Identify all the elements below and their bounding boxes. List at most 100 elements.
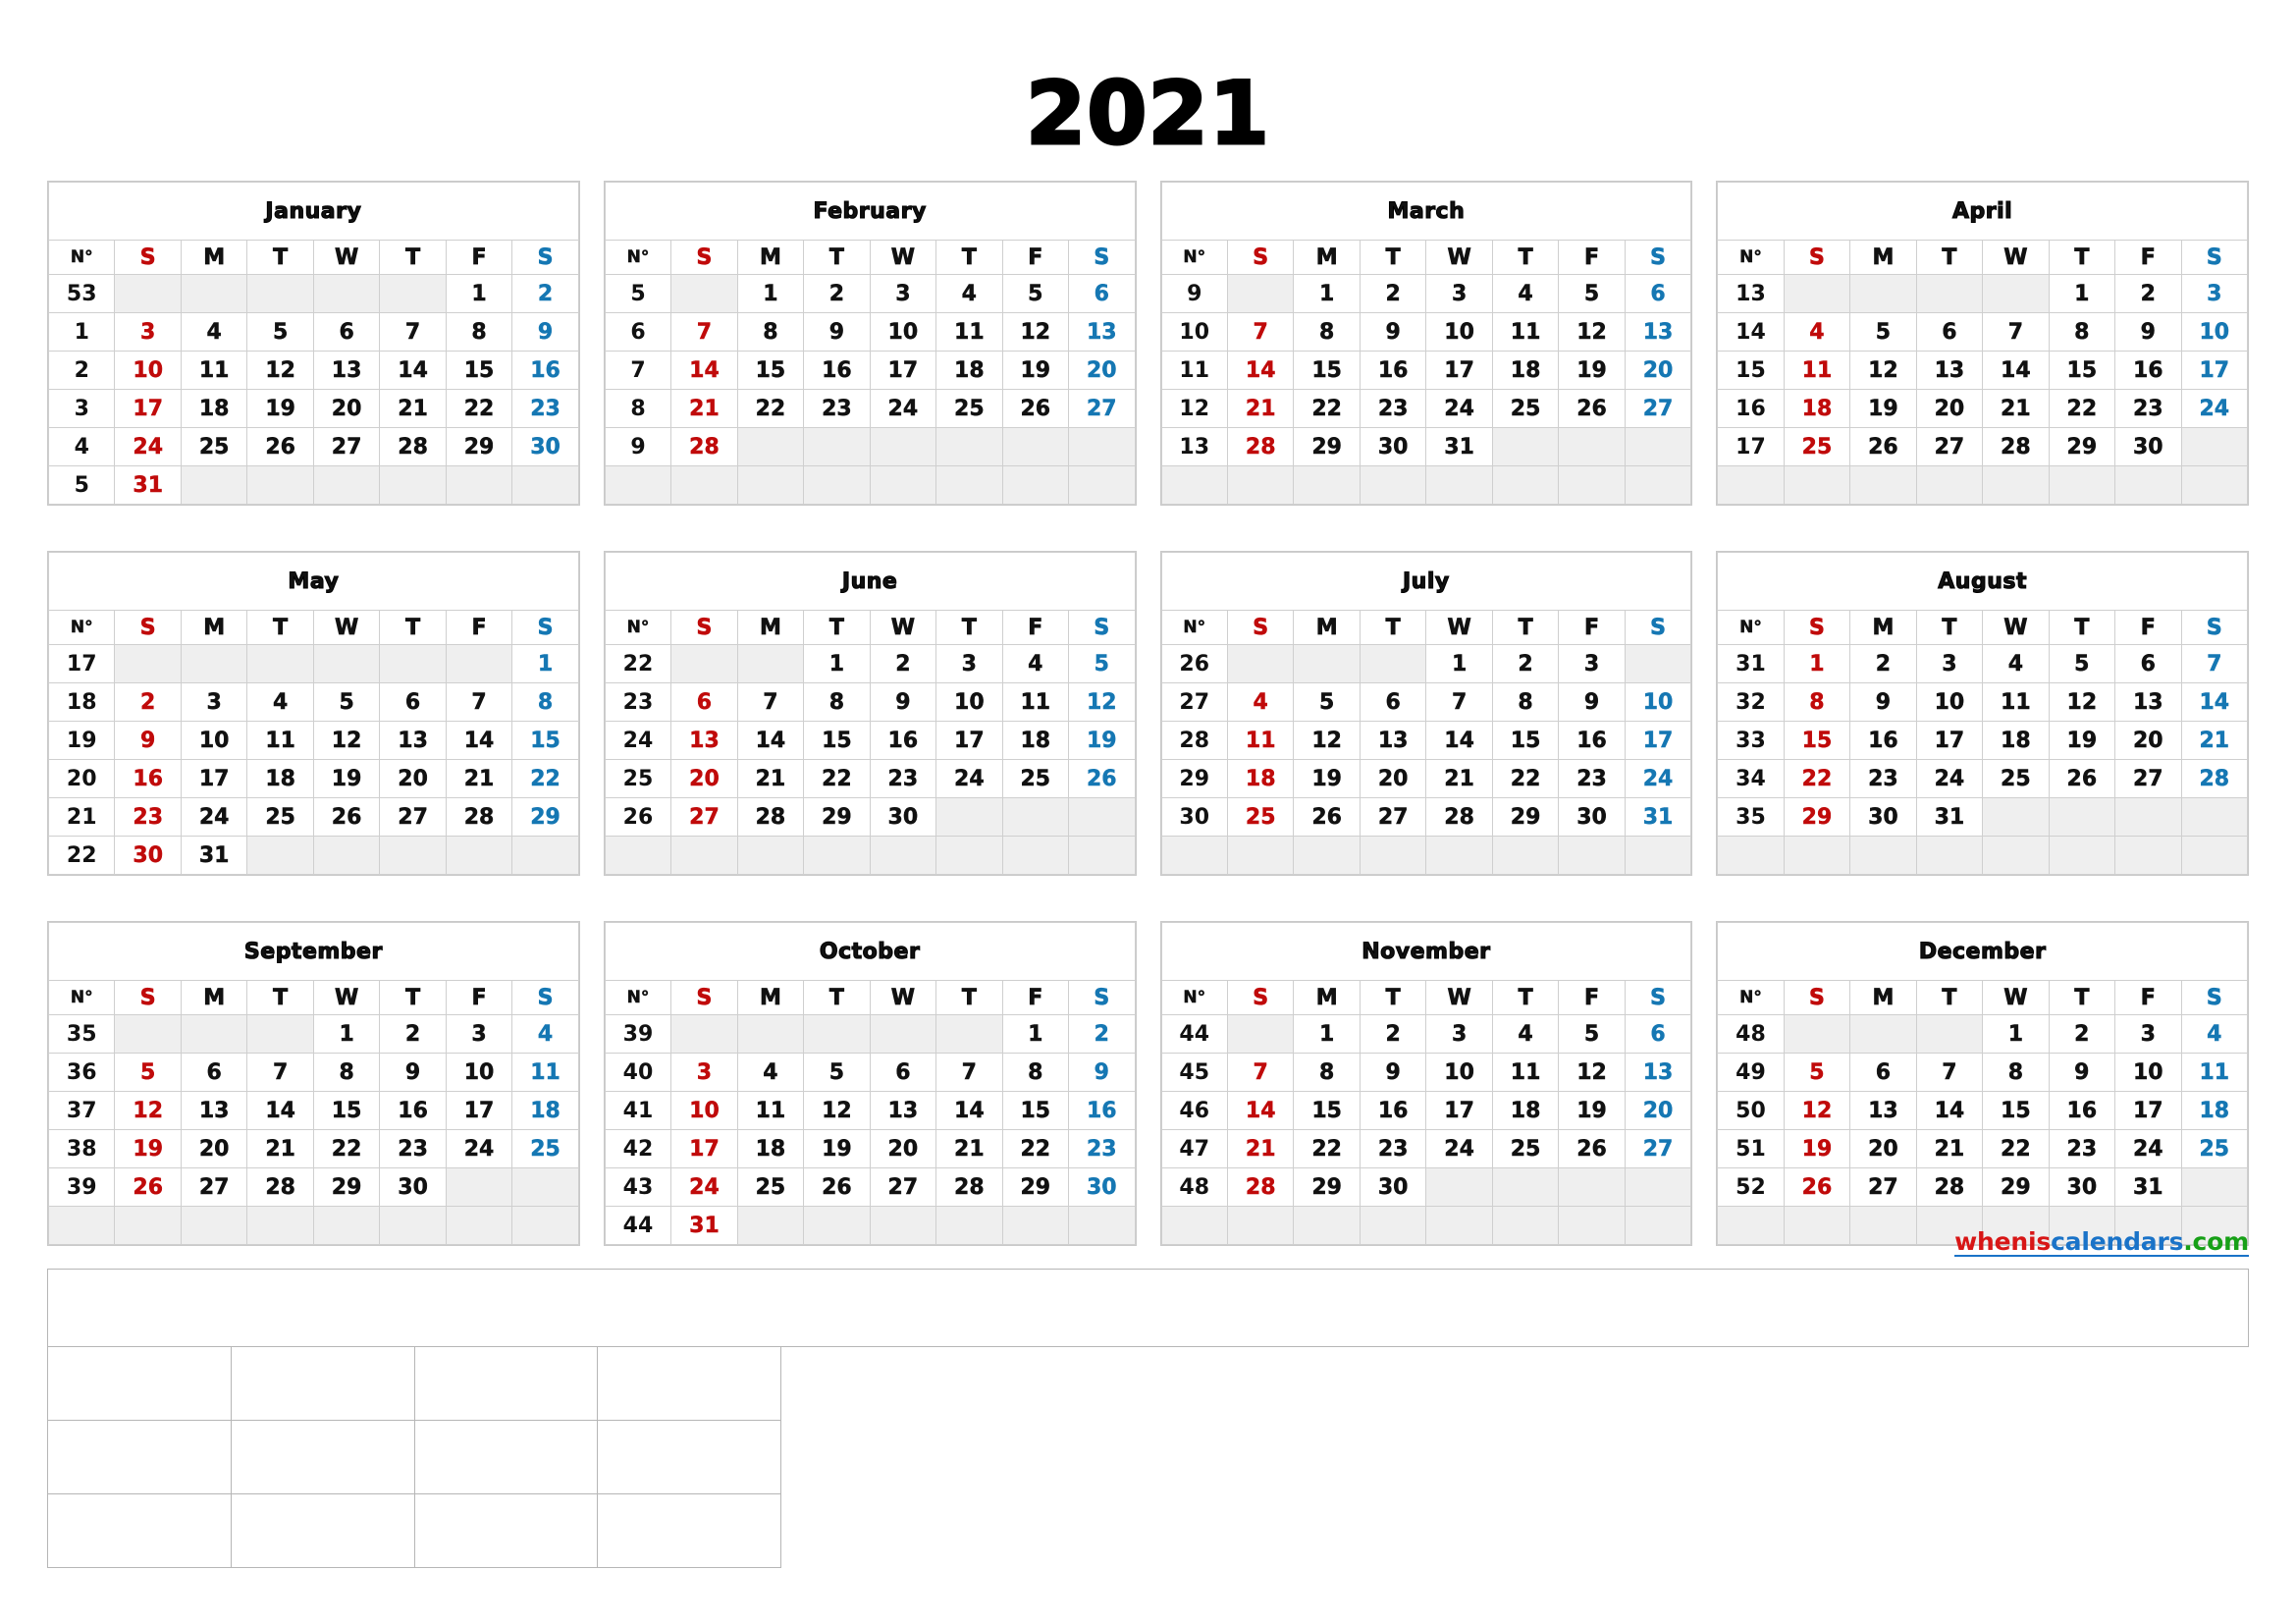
day-cell[interactable]: 2 <box>803 274 871 313</box>
day-cell[interactable]: 10 <box>2114 1053 2182 1092</box>
day-cell[interactable]: 1 <box>1982 1014 2050 1054</box>
day-cell[interactable]: 12 <box>1783 1091 1851 1130</box>
day-cell[interactable]: 10 <box>1915 682 1984 722</box>
day-cell[interactable]: 15 <box>1001 1091 1070 1130</box>
day-cell[interactable]: 23 <box>379 1129 447 1168</box>
day-cell[interactable]: 27 <box>379 797 447 837</box>
day-cell[interactable]: 18 <box>1783 389 1851 428</box>
day-cell[interactable]: 25 <box>1491 1129 1560 1168</box>
notes-cell[interactable] <box>597 1420 782 1494</box>
day-cell[interactable]: 16 <box>2114 351 2182 390</box>
notes-cell[interactable] <box>597 1493 782 1568</box>
day-cell[interactable]: 20 <box>1849 1129 1917 1168</box>
day-cell[interactable]: 16 <box>114 759 182 798</box>
day-cell[interactable]: 19 <box>1783 1129 1851 1168</box>
day-cell[interactable]: 31 <box>180 836 248 875</box>
day-cell[interactable]: 10 <box>445 1053 513 1092</box>
day-cell[interactable]: 29 <box>803 797 871 837</box>
day-cell[interactable]: 27 <box>312 427 381 466</box>
day-cell[interactable]: 10 <box>670 1091 738 1130</box>
day-cell[interactable]: 7 <box>1226 1053 1295 1092</box>
day-cell[interactable]: 20 <box>2114 721 2182 760</box>
day-cell[interactable]: 27 <box>1068 389 1136 428</box>
day-cell[interactable]: 22 <box>2048 389 2116 428</box>
day-cell[interactable]: 25 <box>180 427 248 466</box>
day-cell[interactable]: 29 <box>1293 427 1361 466</box>
day-cell[interactable]: 25 <box>1783 427 1851 466</box>
day-cell[interactable]: 25 <box>1226 797 1295 837</box>
day-cell[interactable]: 17 <box>114 389 182 428</box>
day-cell[interactable]: 2 <box>1359 1014 1427 1054</box>
day-cell[interactable]: 1 <box>1293 274 1361 313</box>
day-cell[interactable]: 6 <box>670 682 738 722</box>
day-cell[interactable]: 4 <box>180 312 248 352</box>
notes-cell[interactable] <box>413 1420 599 1494</box>
day-cell[interactable]: 2 <box>2048 1014 2116 1054</box>
day-cell[interactable]: 1 <box>1001 1014 1070 1054</box>
day-cell[interactable]: 11 <box>1491 1053 1560 1092</box>
day-cell[interactable]: 23 <box>1359 1129 1427 1168</box>
day-cell[interactable]: 14 <box>1226 351 1295 390</box>
day-cell[interactable]: 10 <box>869 312 937 352</box>
day-cell[interactable]: 21 <box>1425 759 1493 798</box>
day-cell[interactable]: 19 <box>1001 351 1070 390</box>
day-cell[interactable]: 3 <box>1425 274 1493 313</box>
day-cell[interactable]: 12 <box>1068 682 1136 722</box>
day-cell[interactable]: 3 <box>869 274 937 313</box>
day-cell[interactable]: 23 <box>803 389 871 428</box>
day-cell[interactable]: 6 <box>1915 312 1984 352</box>
day-cell[interactable]: 2 <box>379 1014 447 1054</box>
day-cell[interactable]: 28 <box>736 797 805 837</box>
day-cell[interactable]: 22 <box>1491 759 1560 798</box>
day-cell[interactable]: 31 <box>1915 797 1984 837</box>
day-cell[interactable]: 22 <box>1982 1129 2050 1168</box>
day-cell[interactable]: 24 <box>869 389 937 428</box>
day-cell[interactable]: 24 <box>1425 389 1493 428</box>
day-cell[interactable]: 25 <box>935 389 1003 428</box>
day-cell[interactable]: 21 <box>445 759 513 798</box>
day-cell[interactable]: 26 <box>1293 797 1361 837</box>
day-cell[interactable]: 4 <box>511 1014 579 1054</box>
day-cell[interactable]: 26 <box>1558 1129 1626 1168</box>
day-cell[interactable]: 3 <box>2180 274 2249 313</box>
day-cell[interactable]: 15 <box>1491 721 1560 760</box>
day-cell[interactable]: 7 <box>1226 312 1295 352</box>
day-cell[interactable]: 29 <box>1001 1167 1070 1207</box>
day-cell[interactable]: 24 <box>670 1167 738 1207</box>
day-cell[interactable]: 19 <box>312 759 381 798</box>
day-cell[interactable]: 17 <box>180 759 248 798</box>
day-cell[interactable]: 12 <box>2048 682 2116 722</box>
day-cell[interactable]: 4 <box>736 1053 805 1092</box>
day-cell[interactable]: 15 <box>445 351 513 390</box>
day-cell[interactable]: 30 <box>1359 427 1427 466</box>
notes-cell[interactable] <box>47 1346 232 1421</box>
day-cell[interactable]: 22 <box>803 759 871 798</box>
day-cell[interactable]: 18 <box>1226 759 1295 798</box>
day-cell[interactable]: 4 <box>1982 644 2050 683</box>
day-cell[interactable]: 25 <box>511 1129 579 1168</box>
day-cell[interactable]: 2 <box>1359 274 1427 313</box>
day-cell[interactable]: 11 <box>935 312 1003 352</box>
day-cell[interactable]: 22 <box>736 389 805 428</box>
day-cell[interactable]: 17 <box>869 351 937 390</box>
day-cell[interactable]: 18 <box>935 351 1003 390</box>
day-cell[interactable]: 12 <box>1293 721 1361 760</box>
day-cell[interactable]: 28 <box>1915 1167 1984 1207</box>
day-cell[interactable]: 9 <box>114 721 182 760</box>
day-cell[interactable]: 30 <box>1558 797 1626 837</box>
day-cell[interactable]: 8 <box>1293 1053 1361 1092</box>
day-cell[interactable]: 18 <box>1491 1091 1560 1130</box>
day-cell[interactable]: 9 <box>2048 1053 2116 1092</box>
day-cell[interactable]: 1 <box>803 644 871 683</box>
day-cell[interactable]: 26 <box>1849 427 1917 466</box>
day-cell[interactable]: 20 <box>670 759 738 798</box>
day-cell[interactable]: 3 <box>114 312 182 352</box>
day-cell[interactable]: 3 <box>935 644 1003 683</box>
day-cell[interactable]: 20 <box>312 389 381 428</box>
day-cell[interactable]: 28 <box>2180 759 2249 798</box>
day-cell[interactable]: 13 <box>379 721 447 760</box>
day-cell[interactable]: 23 <box>1359 389 1427 428</box>
day-cell[interactable]: 21 <box>246 1129 314 1168</box>
day-cell[interactable]: 5 <box>1293 682 1361 722</box>
day-cell[interactable]: 21 <box>1226 1129 1295 1168</box>
